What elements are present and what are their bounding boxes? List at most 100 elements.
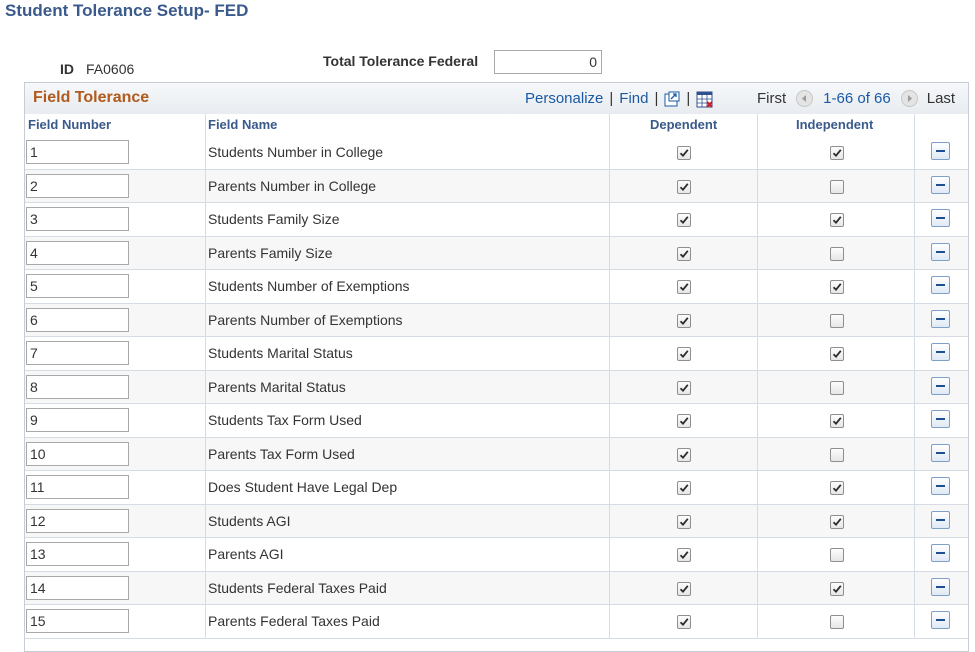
dependent-checkbox[interactable] — [677, 548, 691, 562]
delete-row-icon[interactable] — [931, 209, 950, 227]
independent-checkbox[interactable] — [830, 414, 844, 428]
independent-checkbox[interactable] — [830, 347, 844, 361]
zoom-window-icon[interactable] — [664, 91, 680, 107]
field-number-input[interactable] — [26, 475, 129, 499]
personalize-link[interactable]: Personalize — [525, 90, 603, 107]
field-number-input[interactable] — [26, 374, 129, 399]
independent-checkbox[interactable] — [830, 146, 844, 160]
separator: | — [609, 90, 614, 107]
field-name: Does Student Have Legal Dep — [208, 479, 398, 495]
dependent-checkbox[interactable] — [677, 280, 691, 294]
dependent-checkbox[interactable] — [677, 146, 691, 160]
field-name: Students Tax Form Used — [208, 412, 362, 428]
grid-header: Field Tolerance Personalize | Find | | F… — [25, 83, 968, 115]
dependent-checkbox[interactable] — [677, 213, 691, 227]
column-header-dependent[interactable]: Dependent — [650, 117, 717, 132]
column-header-field-name[interactable]: Field Name — [208, 117, 277, 132]
grid-toolbar: Personalize | Find | | — [525, 90, 714, 108]
field-number-input[interactable] — [26, 173, 129, 198]
field-name: Students AGI — [208, 512, 291, 529]
table-row: Students Marital Status — [25, 337, 968, 371]
delete-row-icon[interactable] — [931, 544, 950, 562]
independent-checkbox[interactable] — [830, 447, 844, 462]
delete-row-icon[interactable] — [931, 142, 950, 160]
download-to-excel-icon[interactable] — [696, 91, 714, 108]
independent-checkbox[interactable] — [830, 179, 844, 194]
table-row: Parents AGI — [25, 538, 968, 572]
field-number-input[interactable] — [26, 508, 129, 533]
field-name: Students Family Size — [208, 211, 340, 227]
field-number-input[interactable] — [26, 408, 129, 432]
table-row: Parents Number of Exemptions — [25, 303, 968, 337]
dependent-checkbox[interactable] — [677, 246, 691, 261]
delete-row-icon[interactable] — [931, 242, 950, 261]
total-tolerance-input[interactable] — [494, 50, 602, 74]
independent-checkbox[interactable] — [830, 581, 844, 596]
dependent-checkbox[interactable] — [677, 347, 691, 361]
last-label[interactable]: Last — [927, 90, 955, 107]
table-row: Parents Federal Taxes Paid — [25, 605, 968, 639]
delete-row-icon[interactable] — [931, 477, 950, 495]
column-header-field-number[interactable]: Field Number — [28, 117, 111, 132]
field-name: Students Federal Taxes Paid — [208, 579, 387, 596]
column-header-independent[interactable]: Independent — [796, 117, 873, 132]
field-number-input[interactable] — [26, 609, 129, 633]
id-label: ID — [60, 61, 74, 77]
delete-row-icon[interactable] — [931, 443, 950, 462]
dependent-checkbox[interactable] — [677, 313, 691, 328]
field-number-input[interactable] — [26, 542, 129, 566]
dependent-checkbox[interactable] — [677, 179, 691, 194]
delete-row-icon[interactable] — [931, 611, 950, 629]
delete-row-icon[interactable] — [931, 577, 950, 596]
delete-row-icon[interactable] — [931, 510, 950, 529]
delete-row-icon[interactable] — [931, 175, 950, 194]
grid-rows: Students Number in College Parents Number… — [25, 136, 968, 639]
table-row: Students AGI — [25, 504, 968, 538]
next-arrow-icon[interactable] — [900, 90, 918, 107]
independent-checkbox[interactable] — [830, 615, 844, 629]
grid-title: Field Tolerance — [33, 89, 150, 106]
dependent-checkbox[interactable] — [677, 615, 691, 629]
previous-arrow-icon[interactable] — [796, 90, 814, 107]
field-name: Students Number of Exemptions — [208, 278, 410, 294]
dependent-checkbox[interactable] — [677, 481, 691, 495]
independent-checkbox[interactable] — [830, 313, 844, 328]
field-number-input[interactable] — [26, 140, 129, 164]
table-row: Does Student Have Legal Dep — [25, 471, 968, 505]
field-name: Parents Number in College — [208, 177, 377, 194]
independent-checkbox[interactable] — [830, 380, 844, 395]
find-link[interactable]: Find — [619, 90, 648, 107]
dependent-checkbox[interactable] — [677, 447, 691, 462]
field-number-input[interactable] — [26, 575, 129, 600]
dependent-checkbox[interactable] — [677, 581, 691, 596]
separator: | — [686, 90, 691, 107]
field-tolerance-grid: Field Tolerance Personalize | Find | | F… — [24, 82, 969, 652]
independent-checkbox[interactable] — [830, 213, 844, 227]
independent-checkbox[interactable] — [830, 280, 844, 294]
field-number-input[interactable] — [26, 274, 129, 298]
dependent-checkbox[interactable] — [677, 514, 691, 529]
table-row: Students Number of Exemptions — [25, 270, 968, 304]
delete-row-icon[interactable] — [931, 276, 950, 294]
page-title: Student Tolerance Setup- FED — [5, 1, 249, 20]
field-number-input[interactable] — [26, 441, 129, 466]
table-row: Students Federal Taxes Paid — [25, 571, 968, 605]
delete-row-icon[interactable] — [931, 343, 950, 361]
row-range: 1-66 of 66 — [823, 90, 891, 107]
dependent-checkbox[interactable] — [677, 380, 691, 395]
field-number-input[interactable] — [26, 341, 129, 365]
field-number-input[interactable] — [26, 207, 129, 231]
field-number-input[interactable] — [26, 240, 129, 265]
delete-row-icon[interactable] — [931, 410, 950, 428]
field-number-input[interactable] — [26, 307, 129, 332]
delete-row-icon[interactable] — [931, 376, 950, 395]
independent-checkbox[interactable] — [830, 246, 844, 261]
independent-checkbox[interactable] — [830, 514, 844, 529]
first-label[interactable]: First — [757, 90, 786, 107]
independent-checkbox[interactable] — [830, 481, 844, 495]
table-row: Students Family Size — [25, 203, 968, 237]
independent-checkbox[interactable] — [830, 548, 844, 562]
delete-row-icon[interactable] — [931, 309, 950, 328]
total-tolerance-label: Total Tolerance Federal — [323, 53, 479, 69]
dependent-checkbox[interactable] — [677, 414, 691, 428]
